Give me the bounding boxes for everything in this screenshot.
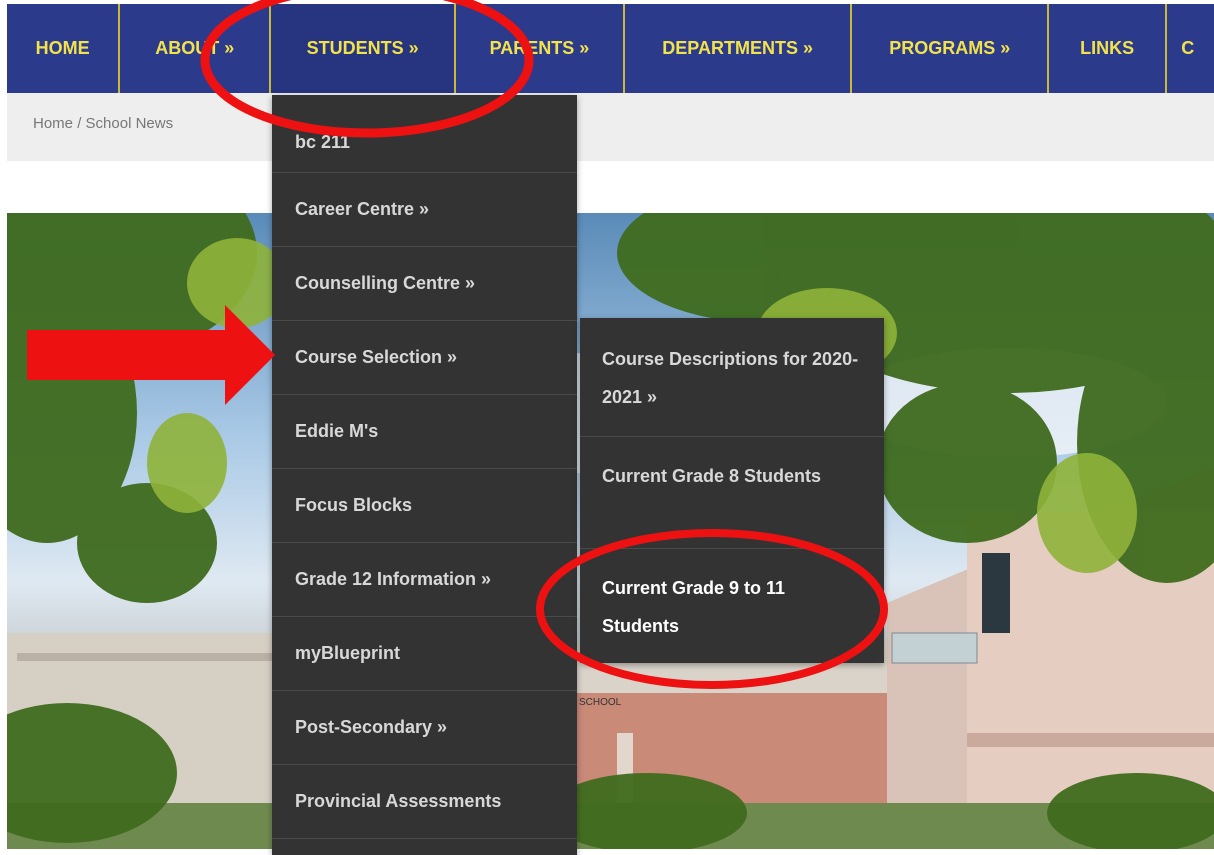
menu-item-counselling-centre[interactable]: Counselling Centre » bbox=[272, 247, 577, 321]
students-dropdown: bc 211 Career Centre » Counselling Centr… bbox=[272, 95, 577, 855]
menu-item-provincial-assessments[interactable]: Provincial Assessments bbox=[272, 765, 577, 839]
breadcrumb-separator: / bbox=[77, 115, 82, 132]
nav-home[interactable]: HOME bbox=[7, 4, 121, 97]
nav-parents[interactable]: PARENTS » bbox=[456, 4, 625, 97]
menu-item-career-centre[interactable]: Career Centre » bbox=[272, 173, 577, 247]
breadcrumb-home-link[interactable]: Home bbox=[33, 115, 73, 132]
menu-item-post-secondary[interactable]: Post-Secondary » bbox=[272, 691, 577, 765]
menu-item-eddie-ms[interactable]: Eddie M's bbox=[272, 395, 577, 469]
menu-item-focus-blocks[interactable]: Focus Blocks bbox=[272, 469, 577, 543]
submenu-item-course-descriptions[interactable]: Course Descriptions for 2020-2021 » bbox=[580, 318, 884, 437]
nav-programs[interactable]: PROGRAMS » bbox=[852, 4, 1050, 97]
submenu-item-current-grade-9-to-11[interactable]: Current Grade 9 to 11 Students bbox=[580, 549, 884, 663]
breadcrumb-bar: Home / School News bbox=[7, 93, 1214, 161]
main-navigation: HOME ABOUT » STUDENTS » PARENTS » DEPART… bbox=[7, 0, 1214, 97]
nav-links[interactable]: LINKS bbox=[1049, 4, 1168, 97]
nav-about[interactable]: ABOUT » bbox=[120, 4, 272, 97]
submenu-item-current-grade-8[interactable]: Current Grade 8 Students bbox=[580, 437, 884, 549]
breadcrumb: Home / School News bbox=[33, 115, 173, 132]
menu-item-grade-12-information[interactable]: Grade 12 Information » bbox=[272, 543, 577, 617]
course-selection-submenu: Course Descriptions for 2020-2021 » Curr… bbox=[580, 318, 884, 663]
menu-item-bc211[interactable]: bc 211 bbox=[272, 95, 577, 173]
breadcrumb-current: School News bbox=[85, 115, 174, 132]
nav-departments[interactable]: DEPARTMENTS » bbox=[625, 4, 853, 97]
menu-item-course-selection[interactable]: Course Selection » bbox=[272, 321, 577, 395]
menu-item-myblueprint[interactable]: myBlueprint bbox=[272, 617, 577, 691]
nav-contact[interactable]: C bbox=[1167, 4, 1214, 97]
school-sign: SCHOOL bbox=[579, 697, 622, 708]
nav-students[interactable]: STUDENTS » bbox=[271, 4, 457, 97]
